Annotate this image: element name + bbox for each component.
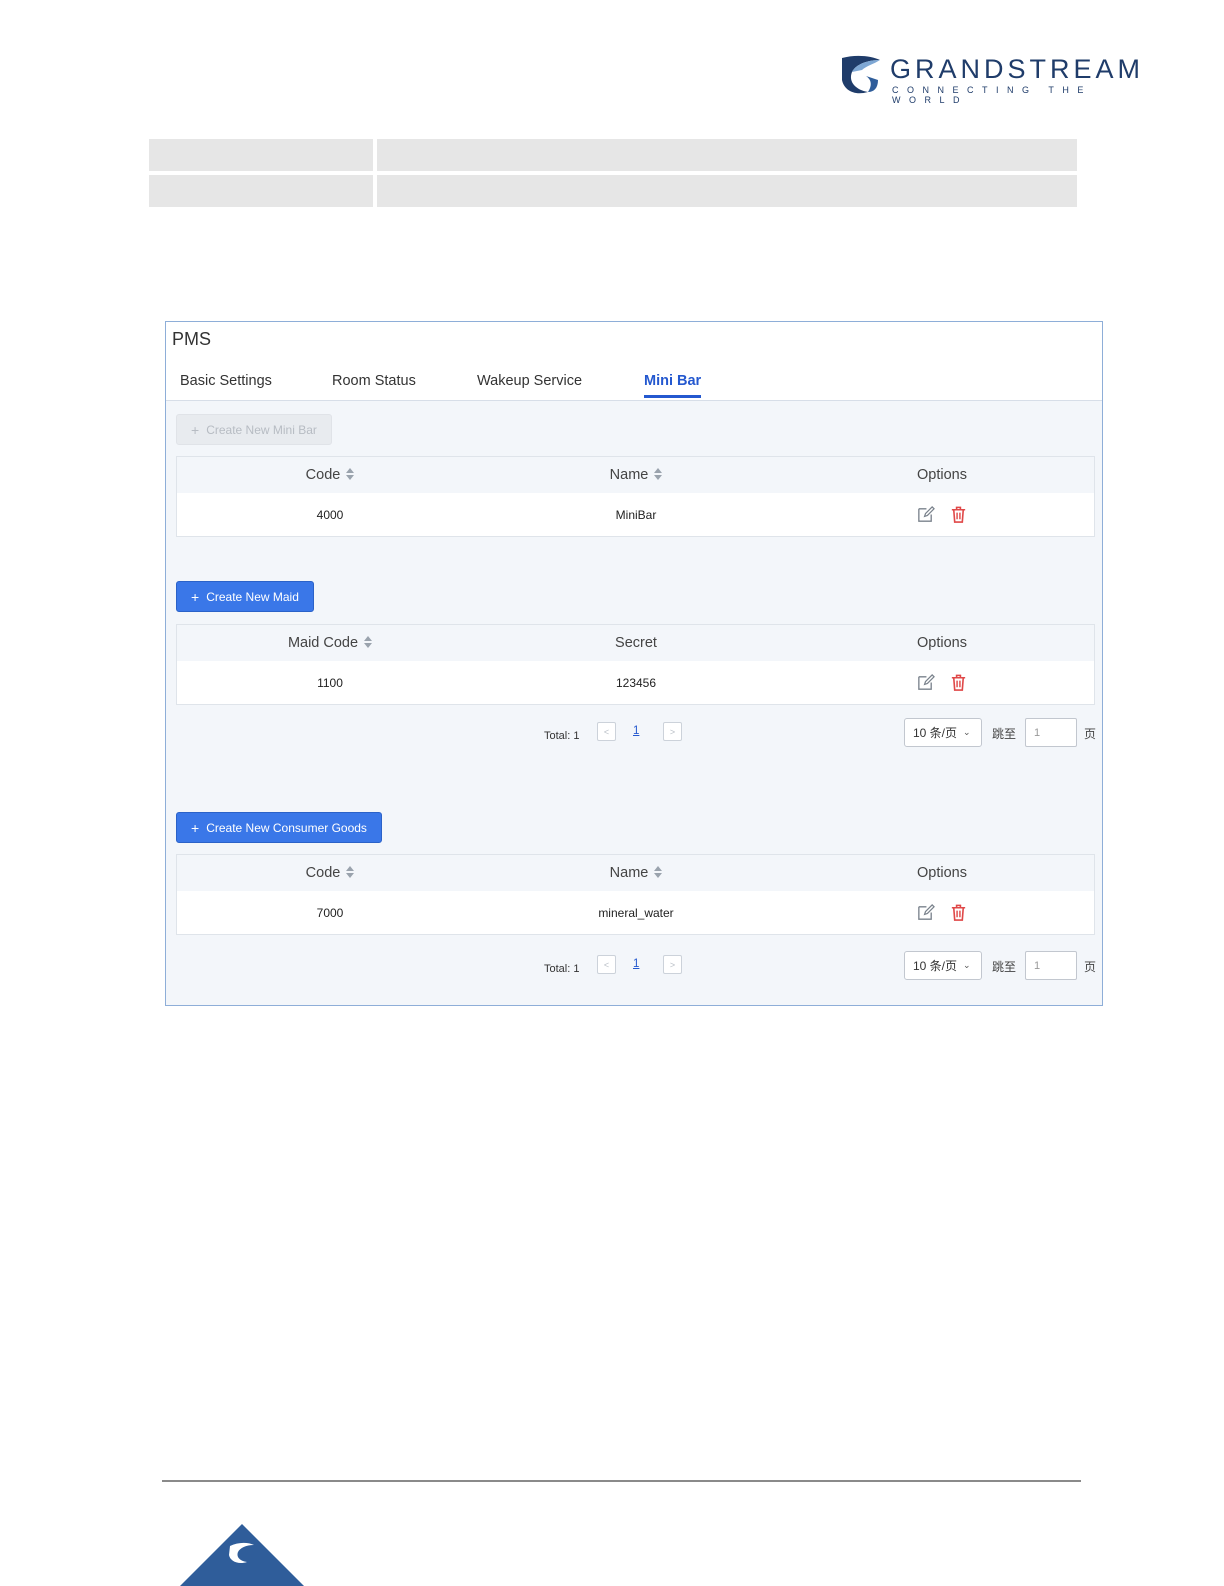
tab-room-status[interactable]: Room Status [332, 373, 416, 389]
create-mini-bar-label: Create New Mini Bar [206, 422, 317, 437]
minibar-table: Code Name Options 4000 MiniBar [176, 456, 1095, 537]
edit-icon[interactable] [916, 505, 935, 524]
table-header: Maid Code Secret Options [177, 625, 1094, 661]
plus-icon: + [191, 588, 200, 605]
page-number[interactable]: 1 [633, 725, 639, 737]
sort-icon[interactable] [654, 468, 663, 480]
create-consumer-goods-label: Create New Consumer Goods [206, 820, 367, 835]
cell-code: 4000 [316, 507, 344, 522]
create-consumer-goods-button[interactable]: + Create New Consumer Goods [176, 812, 382, 843]
jump-page-input[interactable]: 1 [1025, 718, 1077, 747]
column-header-code[interactable]: Code [177, 855, 483, 891]
tab-mini-bar[interactable]: Mini Bar [644, 373, 701, 389]
page-suffix: 页 [1084, 960, 1097, 974]
trash-icon[interactable] [949, 505, 968, 524]
doc-table-cell [377, 139, 1077, 171]
doc-table-cell [377, 175, 1077, 207]
column-header-name[interactable]: Name [483, 457, 789, 493]
pagination-total: Total: 1 [544, 963, 580, 975]
prev-page-button[interactable]: < [597, 722, 616, 741]
jump-label: 跳至 [992, 960, 1017, 974]
table-header: Code Name Options [177, 855, 1094, 891]
chevron-right-icon: > [669, 959, 676, 970]
trash-icon[interactable] [949, 903, 968, 922]
column-header-options: Options [917, 865, 967, 881]
consumer-goods-table: Code Name Options 7000 mineral_water [176, 854, 1095, 935]
active-tab-indicator [644, 395, 701, 398]
next-page-button[interactable]: > [663, 955, 682, 974]
edit-icon[interactable] [916, 903, 935, 922]
footer-divider [162, 1480, 1081, 1482]
brand-name: GRANDSTREAM [890, 54, 1145, 84]
column-header-secret: Secret [615, 635, 657, 651]
cell-maid-code: 1100 [317, 675, 343, 690]
cell-secret: 123456 [615, 675, 657, 690]
column-header-label: Name [609, 467, 649, 483]
chevron-down-icon: ⌄ [963, 960, 971, 970]
pms-header: PMS Basic Settings Room Status Wakeup Se… [166, 322, 1102, 401]
next-page-button[interactable]: > [663, 722, 682, 741]
column-header-maid-code[interactable]: Maid Code [177, 625, 483, 661]
column-header-options: Options [917, 467, 967, 483]
page-suffix: 页 [1084, 727, 1097, 741]
edit-icon[interactable] [916, 673, 935, 692]
chevron-down-icon: ⌄ [963, 727, 971, 737]
chevron-right-icon: > [669, 726, 676, 737]
sort-icon[interactable] [654, 866, 663, 878]
grandstream-logo-mark-icon [842, 55, 880, 94]
create-mini-bar-button[interactable]: + Create New Mini Bar [176, 414, 332, 445]
chevron-left-icon: < [603, 726, 610, 737]
column-header-options: Options [917, 635, 967, 651]
jump-label: 跳至 [992, 727, 1017, 741]
plus-icon: + [191, 421, 200, 438]
page-size-select[interactable]: 10 条/页 ⌄ [904, 718, 982, 747]
maid-pagination: Total: 1 < 1 > 10 条/页 ⌄ 跳至 1 页 [176, 718, 1097, 752]
maid-table: Maid Code Secret Options 1100 123456 [176, 624, 1095, 705]
pms-panel: PMS Basic Settings Room Status Wakeup Se… [165, 321, 1103, 1006]
plus-icon: + [191, 819, 200, 836]
chevron-left-icon: < [603, 959, 610, 970]
jump-page-input[interactable]: 1 [1025, 951, 1077, 980]
cell-options [789, 493, 1095, 536]
cell-name: mineral_water [598, 905, 674, 920]
sort-icon[interactable] [364, 636, 373, 648]
create-maid-label: Create New Maid [206, 589, 299, 604]
consumer-goods-pagination: Total: 1 < 1 > 10 条/页 ⌄ 跳至 1 页 [176, 951, 1097, 985]
cell-code: 7000 [316, 905, 344, 920]
sort-icon[interactable] [346, 866, 355, 878]
page-title: PMS [172, 329, 212, 349]
column-header-label: Name [609, 865, 649, 881]
doc-table [149, 139, 1077, 211]
brand-tagline: CONNECTING THE WORLD [892, 85, 1092, 105]
tab-basic-settings[interactable]: Basic Settings [180, 373, 272, 389]
cell-options [789, 661, 1095, 704]
tab-wakeup-service[interactable]: Wakeup Service [477, 373, 582, 389]
prev-page-button[interactable]: < [597, 955, 616, 974]
doc-table-row [149, 139, 1077, 171]
footer-logo-icon [180, 1524, 304, 1586]
trash-icon[interactable] [949, 673, 968, 692]
doc-table-cell [149, 175, 373, 207]
doc-table-cell [149, 139, 373, 171]
page-number[interactable]: 1 [633, 958, 639, 970]
column-header-label: Maid Code [287, 635, 359, 651]
column-header-code[interactable]: Code [177, 457, 483, 493]
page-size-value: 10 条/页 [913, 726, 958, 740]
sort-icon[interactable] [346, 468, 355, 480]
column-header-name[interactable]: Name [483, 855, 789, 891]
create-maid-button[interactable]: + Create New Maid [176, 581, 314, 612]
grandstream-logo: GRANDSTREAM CONNECTING THE WORLD [838, 52, 1168, 105]
cell-options [789, 891, 1095, 934]
table-row: 4000 MiniBar [177, 493, 1094, 536]
column-header-label: Code [305, 467, 341, 483]
column-header-label: Code [305, 865, 341, 881]
table-row: 7000 mineral_water [177, 891, 1094, 934]
doc-table-row [149, 175, 1077, 207]
page-size-value: 10 条/页 [913, 959, 958, 973]
table-row: 1100 123456 [177, 661, 1094, 704]
table-header: Code Name Options [177, 457, 1094, 493]
page-size-select[interactable]: 10 条/页 ⌄ [904, 951, 982, 980]
cell-name: MiniBar [615, 507, 657, 522]
pagination-total: Total: 1 [544, 730, 580, 742]
